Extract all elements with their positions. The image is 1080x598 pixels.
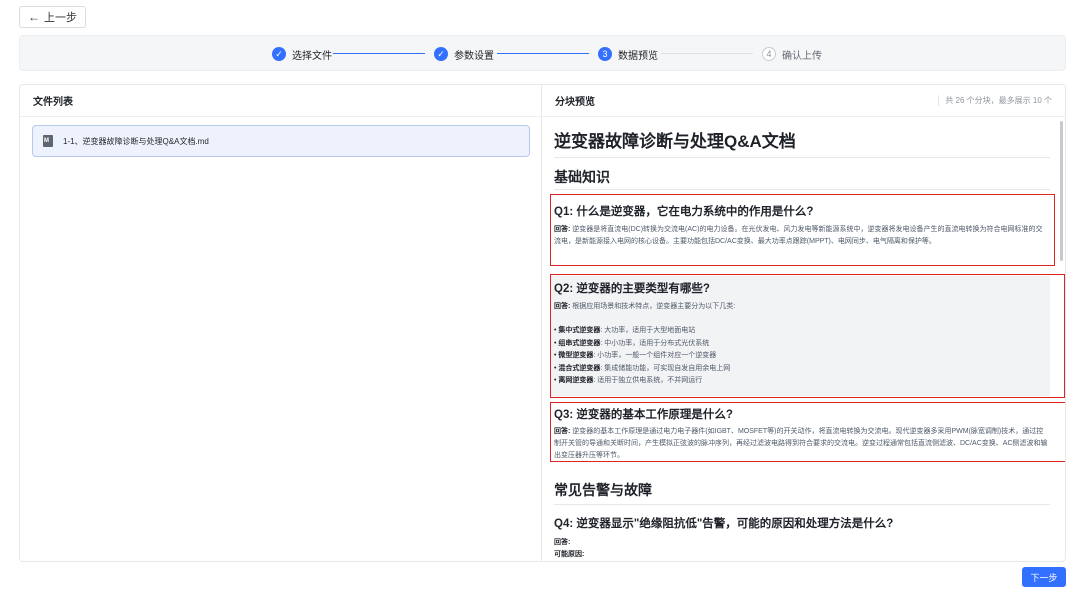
check-icon: ✓ xyxy=(434,47,448,61)
step-3-number: 3 xyxy=(598,47,612,61)
divider xyxy=(554,157,1050,158)
steps-bar: ✓ 选择文件 ✓ 参数设置 3 数据预览 4 确认上传 xyxy=(19,35,1066,71)
chunk-preview-panel: 分块预览 共 26 个分块，最多展示 10 个 逆变器故障诊断与处理Q&A文档 … xyxy=(542,84,1066,562)
step-4-number: 4 xyxy=(762,47,776,61)
step-4-label: 确认上传 xyxy=(782,50,822,62)
q2-answer-label: 回答: xyxy=(554,303,571,310)
step-2: ✓ 参数设置 xyxy=(434,36,494,72)
step-1-label: 选择文件 xyxy=(292,50,332,62)
step-connector-3 xyxy=(661,53,753,54)
divider xyxy=(554,504,1050,505)
q3-answer: 回答: 逆变器的基本工作原理是通过电力电子器件(如IGBT、MOSFET等)的开… xyxy=(554,426,1049,459)
q1-answer-label: 回答: xyxy=(554,226,571,233)
doc-title: 逆变器故障诊断与处理Q&A文档 xyxy=(554,132,796,151)
q2-heading: Q2: 逆变器的主要类型有哪些? xyxy=(554,283,710,295)
file-list-panel: 文件列表 1-1、逆变器故障诊断与处理Q&A文档.md xyxy=(19,84,542,562)
inverter-type-list: 集中式逆变器: 大功率，适用于大型地面电站 组串式逆变器: 中小功率，适用于分布… xyxy=(554,325,1049,388)
section-heading-alarms: 常见告警与故障 xyxy=(554,482,652,498)
q1-answer-text: 逆变器是将直流电(DC)转换为交流电(AC)的电力设备。在光伏发电、风力发电等新… xyxy=(554,226,1043,245)
file-list-header: 文件列表 xyxy=(20,85,541,117)
q3-answer-text: 逆变器的基本工作原理是通过电力电子器件(如IGBT、MOSFET等)的开关动作，… xyxy=(554,428,1048,459)
scrollbar[interactable] xyxy=(1060,121,1063,261)
q2-answer: 回答: 根据应用场景和技术特点，逆变器主要分为以下几类: xyxy=(554,301,1049,313)
step-connector-2 xyxy=(497,53,589,54)
step-3-label: 数据预览 xyxy=(618,50,658,62)
q4-causes-label: 可能原因: xyxy=(554,551,585,558)
markdown-file-icon xyxy=(43,135,53,147)
q2-answer-text: 根据应用场景和技术特点，逆变器主要分为以下几类: xyxy=(570,303,736,310)
file-name: 1-1、逆变器故障诊断与处理Q&A文档.md xyxy=(63,136,209,146)
step-2-label: 参数设置 xyxy=(454,50,494,62)
check-icon: ✓ xyxy=(272,47,286,61)
divider xyxy=(554,189,1050,190)
step-1: ✓ 选择文件 xyxy=(272,36,332,72)
q3-heading: Q3: 逆变器的基本工作原理是什么? xyxy=(554,409,733,421)
chunk-preview-header: 分块预览 共 26 个分块，最多展示 10 个 xyxy=(542,85,1065,117)
step-connector-1 xyxy=(333,53,425,54)
q4-heading: Q4: 逆变器显示"绝缘阻抗低"告警，可能的原因和处理方法是什么? xyxy=(554,518,894,530)
step-3: 3 数据预览 xyxy=(598,36,658,72)
list-item: 组串式逆变器: 中小功率，适用于分布式光伏系统 xyxy=(554,338,1049,351)
next-button[interactable]: 下一步 xyxy=(1022,567,1066,587)
back-button-label: 上一步 xyxy=(44,12,77,24)
q3-answer-label: 回答: xyxy=(554,428,571,435)
arrow-left-icon: ← xyxy=(28,10,40,24)
file-list-title: 文件列表 xyxy=(33,97,73,108)
back-button[interactable]: ← 上一步 xyxy=(19,6,86,28)
section-heading-basics: 基础知识 xyxy=(554,169,610,185)
list-item: 离网逆变器: 适用于独立供电系统，不并网运行 xyxy=(554,375,1049,388)
chunk-preview-title: 分块预览 xyxy=(555,97,595,108)
file-item[interactable]: 1-1、逆变器故障诊断与处理Q&A文档.md xyxy=(32,125,530,157)
list-item: 混合式逆变器: 集成储能功能，可实现自发自用余电上网 xyxy=(554,363,1049,376)
list-item: 集中式逆变器: 大功率，适用于大型地面电站 xyxy=(554,325,1049,338)
chunk-preview-content[interactable]: 逆变器故障诊断与处理Q&A文档 基础知识 Q1: 什么是逆变器，它在电力系统中的… xyxy=(542,117,1065,562)
step-4: 4 确认上传 xyxy=(762,36,822,72)
q4-answer-label: 回答: xyxy=(554,539,571,546)
list-item: 微型逆变器: 小功率，一般一个组件对应一个逆变器 xyxy=(554,350,1049,363)
q1-answer: 回答: 逆变器是将直流电(DC)转换为交流电(AC)的电力设备。在光伏发电、风力… xyxy=(554,224,1049,248)
chunk-count: 共 26 个分块，最多展示 10 个 xyxy=(938,95,1052,106)
q1-heading: Q1: 什么是逆变器，它在电力系统中的作用是什么? xyxy=(554,206,814,218)
